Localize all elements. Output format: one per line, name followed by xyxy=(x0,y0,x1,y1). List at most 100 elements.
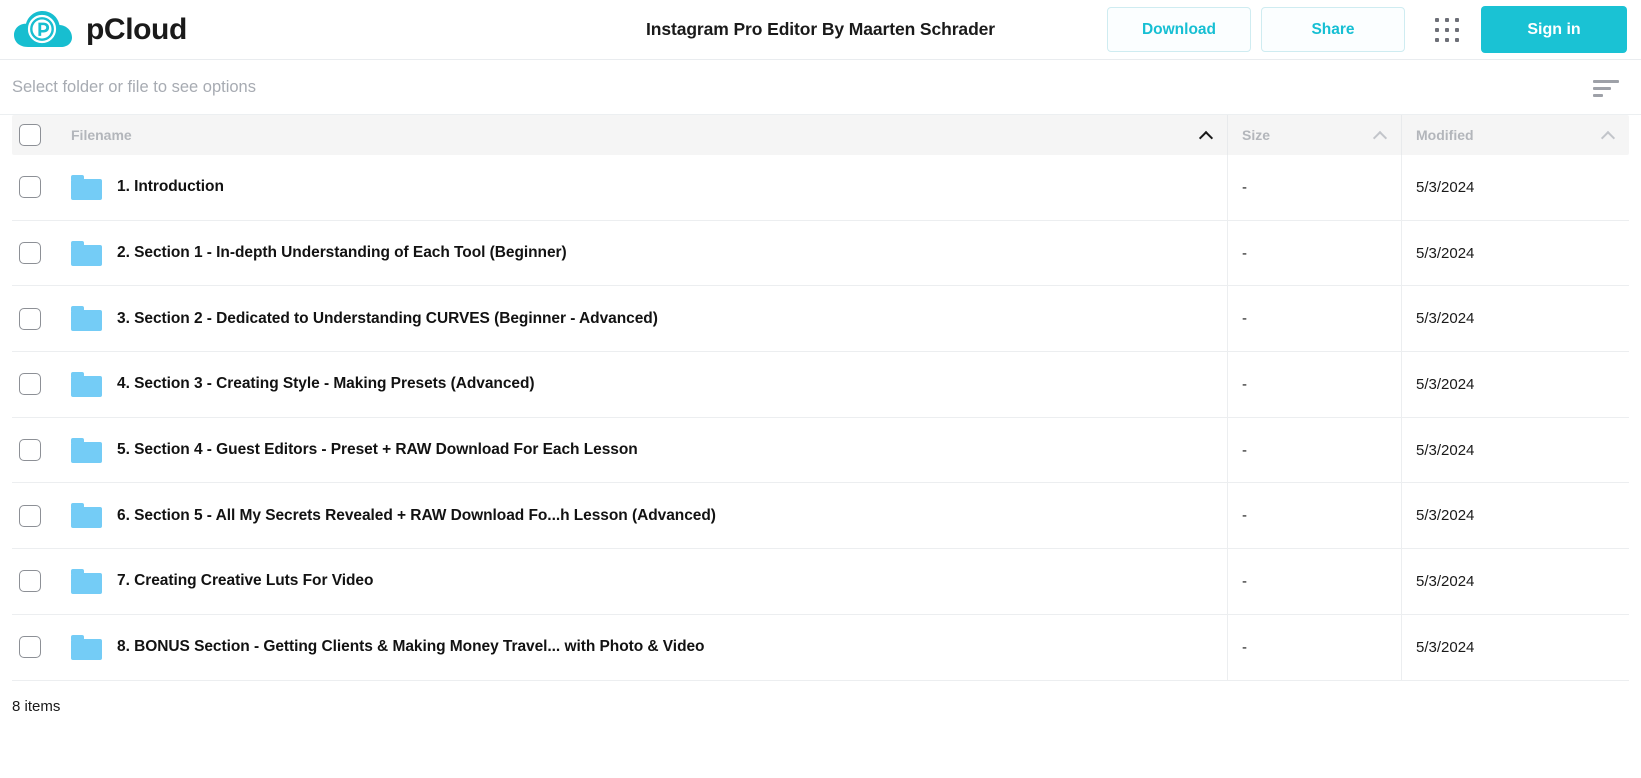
row-filename-label: 5. Section 4 - Guest Editors - Preset + … xyxy=(117,441,638,459)
column-header-filename[interactable]: Filename xyxy=(58,115,1227,155)
row-filename-cell[interactable]: 3. Section 2 - Dedicated to Understandin… xyxy=(58,286,1227,351)
column-header-size[interactable]: Size xyxy=(1227,115,1401,155)
folder-icon xyxy=(71,568,102,594)
table-row[interactable]: 8. BONUS Section - Getting Clients & Mak… xyxy=(12,614,1629,681)
row-filename-cell[interactable]: 2. Section 1 - In-depth Understanding of… xyxy=(58,221,1227,286)
item-count-label: 8 items xyxy=(12,698,61,715)
row-select-cell xyxy=(12,155,58,220)
table-row[interactable]: 2. Section 1 - In-depth Understanding of… xyxy=(12,220,1629,287)
pcloud-cloud-logo-icon xyxy=(12,9,74,51)
share-button[interactable]: Share xyxy=(1261,7,1405,52)
row-checkbox[interactable] xyxy=(19,504,41,527)
row-modified-label: 5/3/2024 xyxy=(1416,507,1475,525)
row-modified-cell: 5/3/2024 xyxy=(1401,220,1629,286)
row-select-cell xyxy=(12,418,58,483)
row-size-label: - xyxy=(1242,441,1247,459)
download-button[interactable]: Download xyxy=(1107,7,1251,52)
chevron-up-icon xyxy=(1200,131,1213,139)
folder-icon xyxy=(71,240,102,266)
row-checkbox[interactable] xyxy=(19,242,41,265)
row-filename-cell[interactable]: 7. Creating Creative Luts For Video xyxy=(58,549,1227,614)
row-modified-cell: 5/3/2024 xyxy=(1401,549,1629,614)
row-size-cell: - xyxy=(1227,417,1401,483)
row-modified-cell: 5/3/2024 xyxy=(1401,483,1629,549)
row-filename-cell[interactable]: 4. Section 3 - Creating Style - Making P… xyxy=(58,352,1227,417)
row-filename-label: 1. Introduction xyxy=(117,178,224,196)
apps-grid-dots xyxy=(1435,17,1459,42)
row-select-cell xyxy=(12,549,58,614)
row-select-cell xyxy=(12,286,58,351)
sign-in-button[interactable]: Sign in xyxy=(1481,6,1627,53)
row-select-cell xyxy=(12,352,58,417)
select-all-checkbox[interactable] xyxy=(19,124,41,146)
row-size-cell: - xyxy=(1227,483,1401,549)
row-filename-cell[interactable]: 1. Introduction xyxy=(58,155,1227,220)
row-size-label: - xyxy=(1242,638,1247,656)
table-row[interactable]: 6. Section 5 - All My Secrets Revealed +… xyxy=(12,483,1629,550)
table-footer: 8 items xyxy=(0,681,1641,733)
brand-name: pCloud xyxy=(86,12,187,46)
sort-line xyxy=(1593,86,1611,90)
table-row[interactable]: 1. Introduction - 5/3/2024 xyxy=(12,155,1629,221)
chevron-up-icon xyxy=(1374,131,1387,139)
row-size-label: - xyxy=(1242,310,1247,328)
row-modified-cell: 5/3/2024 xyxy=(1401,352,1629,417)
sort-lines-icon[interactable] xyxy=(1593,74,1623,100)
row-select-cell xyxy=(12,221,58,286)
row-size-label: - xyxy=(1242,178,1247,196)
row-filename-label: 8. BONUS Section - Getting Clients & Mak… xyxy=(117,638,705,656)
row-filename-label: 6. Section 5 - All My Secrets Revealed +… xyxy=(117,506,716,524)
apps-grid-icon[interactable] xyxy=(1419,8,1475,52)
row-modified-label: 5/3/2024 xyxy=(1416,178,1475,196)
row-modified-cell: 5/3/2024 xyxy=(1401,155,1629,220)
row-filename-cell[interactable]: 8. BONUS Section - Getting Clients & Mak… xyxy=(58,615,1227,680)
row-select-cell xyxy=(12,615,58,680)
row-filename-cell[interactable]: 5. Section 4 - Guest Editors - Preset + … xyxy=(58,418,1227,483)
row-filename-label: 2. Section 1 - In-depth Understanding of… xyxy=(117,244,567,262)
table-header-row: Filename Size Modified xyxy=(12,115,1629,155)
row-size-cell: - xyxy=(1227,155,1401,220)
selection-hint: Select folder or file to see options xyxy=(12,77,256,96)
row-modified-cell: 5/3/2024 xyxy=(1401,417,1629,483)
grid-dot xyxy=(1455,27,1459,32)
row-size-label: - xyxy=(1242,572,1247,590)
row-size-cell: - xyxy=(1227,549,1401,614)
file-table: Filename Size Modified 1. Introduction - 5… xyxy=(0,115,1641,681)
selection-toolbar: Select folder or file to see options xyxy=(0,60,1641,115)
table-row[interactable]: 4. Section 3 - Creating Style - Making P… xyxy=(12,352,1629,418)
grid-dot xyxy=(1435,27,1439,32)
row-checkbox[interactable] xyxy=(19,373,41,396)
row-modified-label: 5/3/2024 xyxy=(1416,572,1475,590)
row-filename-cell[interactable]: 6. Section 5 - All My Secrets Revealed +… xyxy=(58,483,1227,548)
table-row[interactable]: 5. Section 4 - Guest Editors - Preset + … xyxy=(12,417,1629,484)
row-modified-label: 5/3/2024 xyxy=(1416,244,1475,262)
column-header-modified[interactable]: Modified xyxy=(1401,115,1629,155)
row-select-cell xyxy=(12,483,58,548)
sort-line xyxy=(1593,93,1603,97)
row-modified-label: 5/3/2024 xyxy=(1416,375,1475,393)
row-filename-label: 3. Section 2 - Dedicated to Understandin… xyxy=(117,309,658,327)
table-row[interactable]: 3. Section 2 - Dedicated to Understandin… xyxy=(12,286,1629,353)
row-size-cell: - xyxy=(1227,286,1401,352)
row-size-cell: - xyxy=(1227,352,1401,417)
table-row[interactable]: 7. Creating Creative Luts For Video - 5/3/… xyxy=(12,549,1629,615)
row-modified-label: 5/3/2024 xyxy=(1416,638,1475,656)
folder-icon xyxy=(71,437,102,463)
row-checkbox[interactable] xyxy=(19,307,41,330)
folder-icon xyxy=(71,371,102,397)
column-label-size: Size xyxy=(1242,127,1271,143)
grid-dot xyxy=(1435,17,1439,22)
grid-dot xyxy=(1455,17,1459,22)
sort-line xyxy=(1593,79,1619,83)
row-checkbox[interactable] xyxy=(19,636,41,659)
row-modified-cell: 5/3/2024 xyxy=(1401,286,1629,352)
row-checkbox[interactable] xyxy=(19,570,41,593)
row-checkbox[interactable] xyxy=(19,439,41,462)
row-modified-cell: 5/3/2024 xyxy=(1401,614,1629,680)
app-header: pCloud Instagram Pro Editor By Maarten S… xyxy=(0,0,1641,60)
folder-icon xyxy=(71,306,102,332)
grid-dot xyxy=(1455,37,1459,42)
row-checkbox[interactable] xyxy=(19,176,41,199)
row-filename-label: 4. Section 3 - Creating Style - Making P… xyxy=(117,375,535,393)
grid-dot xyxy=(1445,27,1449,32)
